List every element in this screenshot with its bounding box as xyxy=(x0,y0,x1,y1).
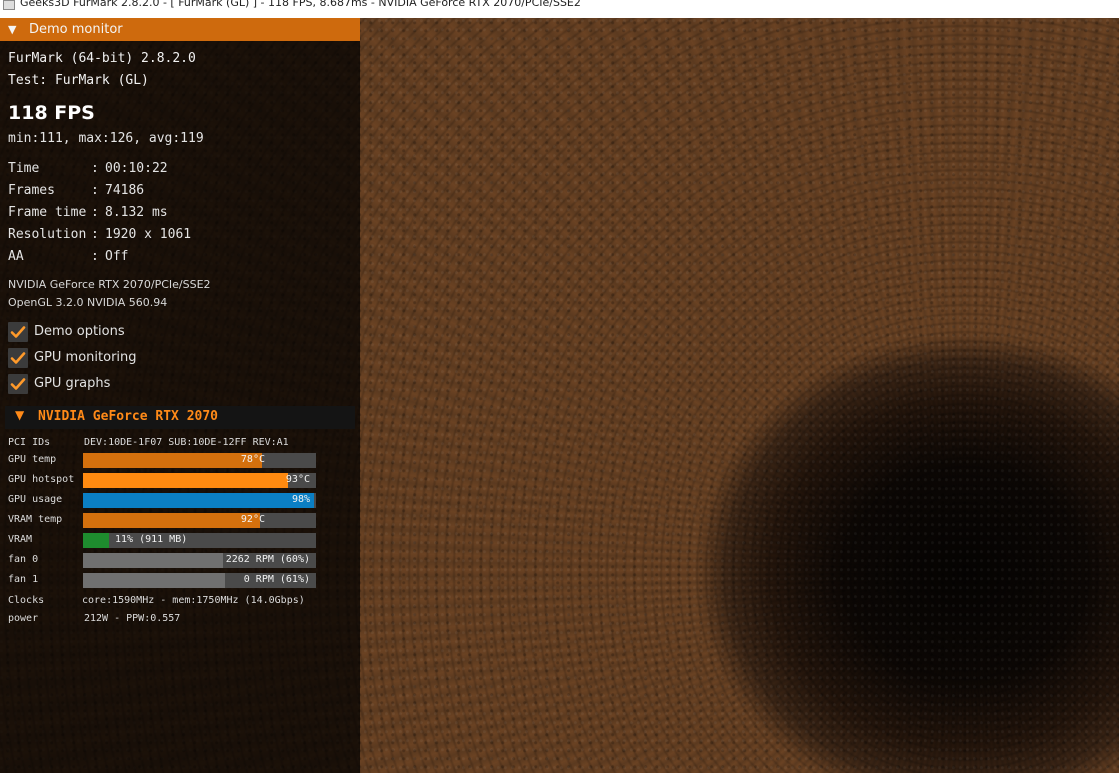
gpu-temp-bar: 78°C xyxy=(83,453,316,468)
stat-colon: : xyxy=(91,205,99,220)
gpu-hotspot-label: GPU hotspot xyxy=(8,474,75,485)
stat-colon: : xyxy=(91,183,99,198)
power-label: power xyxy=(8,613,39,624)
stat-value-time: 00:10:22 xyxy=(105,161,168,176)
fan-0-label: fan 0 xyxy=(8,554,39,565)
demo-options-label: Demo options xyxy=(34,324,125,339)
fan-0-bar: 2262 RPM (60%) xyxy=(83,553,316,568)
fan-1-bar: 0 RPM (61%) xyxy=(83,573,316,588)
checkmark-icon xyxy=(10,352,26,364)
fps-readout: 118 FPS xyxy=(8,102,95,124)
gpu-temp-label: GPU temp xyxy=(8,454,57,465)
title-bar[interactable]: Geeks3D FurMark 2.8.2.0 - [ FurMark (GL)… xyxy=(0,0,1119,18)
gpu-usage-label: GPU usage xyxy=(8,494,63,505)
clocks-label: Clocks xyxy=(8,595,45,606)
demo-options-checkbox[interactable] xyxy=(8,322,28,342)
stat-label-time: Time xyxy=(8,161,40,176)
vram-value: 11% (911 MB) xyxy=(115,534,188,545)
gpu-monitoring-label: GPU monitoring xyxy=(34,350,137,365)
collapse-triangle-icon[interactable]: ▼ xyxy=(15,408,24,422)
demo-monitor-header[interactable]: ▼ Demo monitor xyxy=(0,18,360,41)
pci-ids-label: PCI IDs xyxy=(8,437,51,448)
app-name: FurMark (64-bit) 2.8.2.0 xyxy=(8,51,196,66)
gpu-hotspot-value: 93°C xyxy=(285,474,310,485)
gpu-usage-value: 98% xyxy=(291,494,310,505)
app-icon xyxy=(3,0,15,10)
stat-colon: : xyxy=(91,249,99,264)
stat-value-aa: Off xyxy=(105,249,129,264)
vram-temp-value: 92°C xyxy=(240,514,265,525)
gpu-name: NVIDIA GeForce RTX 2070 xyxy=(38,409,219,424)
stat-value-resolution: 1920 x 1061 xyxy=(105,227,192,242)
stat-label-frames: Frames xyxy=(8,183,55,198)
demo-monitor-panel: ▼ Demo monitor FurMark (64-bit) 2.8.2.0 … xyxy=(0,18,360,773)
stat-colon: : xyxy=(91,161,99,176)
fps-stats: min:111, max:126, avg:119 xyxy=(8,131,204,146)
collapse-triangle-icon[interactable]: ▼ xyxy=(8,18,16,41)
pci-ids-value: DEV:10DE-1F07 SUB:10DE-12FF REV:A1 xyxy=(84,437,289,448)
stat-value-frame-time: 8.132 ms xyxy=(105,205,168,220)
demo-monitor-title: Demo monitor xyxy=(29,22,123,37)
gpu-temp-value: 78°C xyxy=(240,454,265,465)
stat-colon: : xyxy=(91,227,99,242)
checkmark-icon xyxy=(10,326,26,338)
stat-label-aa: AA xyxy=(8,249,24,264)
gpu-graphs-checkbox[interactable] xyxy=(8,374,28,394)
gpu-graphs-label: GPU graphs xyxy=(34,376,111,391)
vram-bar: 11% (911 MB) xyxy=(83,533,316,548)
test-name: Test: FurMark (GL) xyxy=(8,73,149,88)
furmark-window: Geeks3D FurMark 2.8.2.0 - [ FurMark (GL)… xyxy=(0,0,1119,773)
gl-version: OpenGL 3.2.0 NVIDIA 560.94 xyxy=(8,296,168,309)
stat-value-frames: 74186 xyxy=(105,183,145,198)
stat-label-frame-time: Frame time xyxy=(8,205,87,220)
gpu-monitoring-checkbox[interactable] xyxy=(8,348,28,368)
fan-1-value: 0 RPM (61%) xyxy=(243,574,310,585)
fan-0-value: 2262 RPM (60%) xyxy=(225,554,310,565)
checkmark-icon xyxy=(10,378,26,390)
power-value: 212W - PPW:0.557 xyxy=(84,613,181,624)
stat-label-resolution: Resolution xyxy=(8,227,87,242)
vram-label: VRAM xyxy=(8,534,33,545)
vram-temp-label: VRAM temp xyxy=(8,514,63,525)
gpu-hotspot-bar: 93°C xyxy=(83,473,316,488)
window-title: Geeks3D FurMark 2.8.2.0 - [ FurMark (GL)… xyxy=(20,0,581,9)
clocks-value: core:1590MHz - mem:1750MHz (14.0Gbps) xyxy=(82,595,305,606)
vram-temp-bar: 92°C xyxy=(83,513,316,528)
gpu-renderer: NVIDIA GeForce RTX 2070/PCIe/SSE2 xyxy=(8,278,211,291)
gpu-section-header[interactable]: ▼ NVIDIA GeForce RTX 2070 xyxy=(5,406,355,429)
gpu-usage-bar: 98% xyxy=(83,493,316,508)
fan-1-label: fan 1 xyxy=(8,574,39,585)
